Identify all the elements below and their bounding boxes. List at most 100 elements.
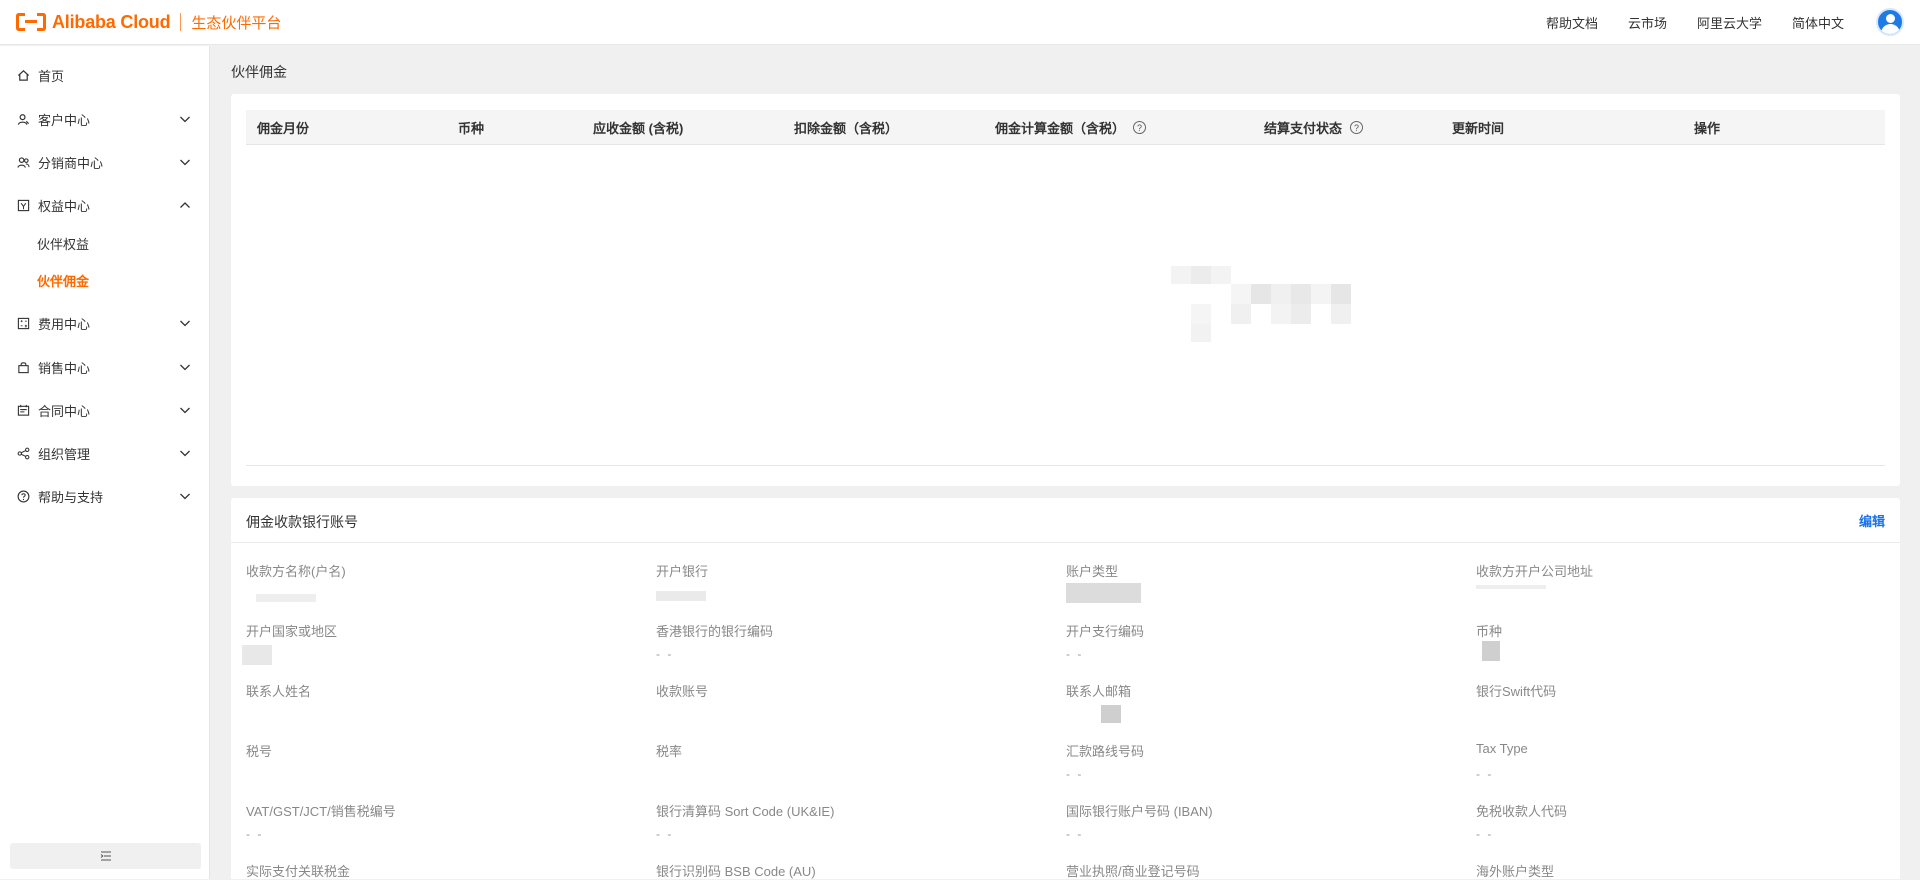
column-header: 扣除金额（含税） xyxy=(794,110,898,145)
brand-subtitle: 生态伙伴平台 xyxy=(191,14,282,32)
top-bar: Alibaba Cloud 生态伙伴平台 帮助文档 云市场 阿里云大学 简体中文 xyxy=(0,0,1920,45)
sidebar-subitem-label: 伙伴佣金 xyxy=(37,273,90,289)
sidebar-item-home[interactable]: 首页 xyxy=(0,60,210,90)
field-label: Tax Type xyxy=(1476,741,1528,756)
sidebar-item-billing[interactable]: 费用中心 xyxy=(0,308,210,338)
bank-field: Tax Type - - xyxy=(1476,741,1876,789)
calculator-icon xyxy=(16,316,30,330)
field-label: 实际支付关联税金 xyxy=(246,864,351,879)
sidebar-item-label: 权益中心 xyxy=(38,198,91,214)
bank-field: 开户银行 xyxy=(656,561,1056,609)
chevron-down-icon xyxy=(180,159,190,166)
column-header-label: 结算支付状态 xyxy=(1264,121,1343,136)
sidebar-item-label: 分销商中心 xyxy=(38,155,104,171)
help-icon xyxy=(16,489,30,503)
sidebar-collapse-button[interactable] xyxy=(10,843,201,869)
collapse-menu-icon xyxy=(100,851,111,861)
bank-field: 汇款路线号码 - - xyxy=(1066,741,1466,789)
bank-field: 开户国家或地区 xyxy=(242,621,646,669)
users-icon xyxy=(16,112,30,126)
sidebar-item-label: 帮助与支持 xyxy=(38,489,104,505)
field-label: 银行清算码 Sort Code (UK&IE) xyxy=(656,804,835,819)
sidebar-item-organization[interactable]: 组织管理 xyxy=(0,438,210,468)
sidebar-item-contracts[interactable]: 合同中心 xyxy=(0,395,210,425)
sidebar-item-benefits[interactable]: 权益中心 xyxy=(0,190,210,220)
field-label: 国际银行账户号码 (IBAN) xyxy=(1066,804,1213,819)
bank-field: 联系人邮箱 xyxy=(1066,681,1466,729)
field-label: 汇款路线号码 xyxy=(1066,744,1145,759)
column-header-label: 佣金月份 xyxy=(257,121,310,136)
bank-field: 账户类型 xyxy=(1066,561,1466,609)
sidebar-subitem-partner-benefits[interactable]: 伙伴权益 xyxy=(0,229,210,257)
sidebar: 首页 客户中心 分销商中心 权益中心 伙伴权益 伙伴佣金 费用中心 销售中心 合… xyxy=(0,46,210,879)
sidebar-item-customers[interactable]: 客户中心 xyxy=(0,104,210,134)
column-header: 应收金额 (含税) xyxy=(593,110,683,145)
field-label: 开户银行 xyxy=(656,564,709,579)
field-label: 营业执照/商业登记号码 xyxy=(1066,864,1200,879)
help-icon[interactable]: ? xyxy=(1350,121,1364,134)
brand-logo[interactable]: Alibaba Cloud 生态伙伴平台 xyxy=(16,12,281,33)
table-header: 佣金月份 币种 应收金额 (含税) 扣除金额（含税） 佣金计算金额（含税）? 结… xyxy=(246,110,1885,145)
column-header-label: 应收金额 (含税) xyxy=(593,121,684,136)
bank-field: 收款方名称(户名) xyxy=(246,561,646,609)
bank-field: 收款方开户公司地址 xyxy=(1476,561,1876,609)
field-label: 免税收款人代码 xyxy=(1476,804,1568,819)
brand-name: Alibaba Cloud xyxy=(52,11,171,32)
contract-icon xyxy=(16,403,30,417)
bank-field: 海外账户类型 xyxy=(1476,861,1876,879)
benefit-icon xyxy=(16,198,30,212)
column-header: 更新时间 xyxy=(1452,110,1504,145)
bank-field: 收款账号 xyxy=(656,681,1056,729)
sidebar-item-sales[interactable]: 销售中心 xyxy=(0,352,210,382)
user-avatar[interactable] xyxy=(1876,8,1904,36)
bank-field: 联系人姓名 xyxy=(246,681,646,729)
bank-card-header: 佣金收款银行账号 编辑 xyxy=(231,498,1900,543)
field-label: 联系人邮箱 xyxy=(1066,684,1132,699)
sidebar-item-help-support[interactable]: 帮助与支持 xyxy=(0,481,210,511)
field-label: 收款账号 xyxy=(656,684,709,699)
page-title: 伙伴佣金 xyxy=(231,64,287,80)
sidebar-item-distributors[interactable]: 分销商中心 xyxy=(0,147,210,177)
sidebar-item-label: 客户中心 xyxy=(38,112,91,128)
field-label: 账户类型 xyxy=(1066,564,1119,579)
alibaba-cloud-logo-icon xyxy=(16,13,46,31)
bank-field: 开户支行编码 - - xyxy=(1066,621,1466,669)
chevron-down-icon xyxy=(180,407,190,414)
chevron-down-icon xyxy=(180,320,190,327)
bank-card-title: 佣金收款银行账号 xyxy=(246,514,358,530)
field-value: - - xyxy=(656,647,674,661)
bag-icon xyxy=(16,360,30,374)
column-header-label: 佣金计算金额（含税） xyxy=(995,121,1126,136)
column-header-label: 扣除金额（含税） xyxy=(794,121,899,136)
chevron-down-icon xyxy=(180,364,190,371)
sidebar-subitem-partner-commission[interactable]: 伙伴佣金 xyxy=(0,266,210,294)
field-value: - - xyxy=(1476,767,1494,781)
top-nav: 帮助文档 云市场 阿里云大学 简体中文 xyxy=(1546,8,1920,36)
bank-field: 国际银行账户号码 (IBAN) - - xyxy=(1066,801,1466,849)
bank-field: 香港银行的银行编码 - - xyxy=(656,621,1056,669)
bank-field: 免税收款人代码 - - xyxy=(1476,801,1876,849)
nav-help-docs[interactable]: 帮助文档 xyxy=(1546,13,1598,32)
nav-aliyun-university[interactable]: 阿里云大学 xyxy=(1697,13,1762,32)
nav-language[interactable]: 简体中文 xyxy=(1792,13,1844,32)
field-label: 银行Swift代码 xyxy=(1476,684,1557,699)
field-value: - - xyxy=(1066,767,1084,781)
share-icon xyxy=(16,446,30,460)
nav-cloud-market[interactable]: 云市场 xyxy=(1628,13,1667,32)
commission-table-card: 佣金月份 币种 应收金额 (含税) 扣除金额（含税） 佣金计算金额（含税）? 结… xyxy=(231,94,1900,486)
column-header: 币种 xyxy=(458,110,484,145)
field-value: - - xyxy=(656,827,674,841)
column-header: 结算支付状态? xyxy=(1264,110,1364,145)
chevron-up-icon xyxy=(180,202,190,208)
bank-field: VAT/GST/JCT/销售税编号 - - xyxy=(246,801,646,849)
bank-field: 税号 xyxy=(246,741,646,789)
edit-button[interactable]: 编辑 xyxy=(1859,511,1885,530)
field-label: 收款方开户公司地址 xyxy=(1476,564,1594,579)
help-icon[interactable]: ? xyxy=(1133,121,1147,134)
column-header-label: 更新时间 xyxy=(1452,121,1505,136)
field-label: 银行识别码 BSB Code (AU) xyxy=(656,864,816,879)
field-label: 币种 xyxy=(1476,624,1503,639)
field-value: - - xyxy=(246,827,264,841)
bank-field: 币种 xyxy=(1476,621,1876,669)
sidebar-item-label: 合同中心 xyxy=(38,403,91,419)
